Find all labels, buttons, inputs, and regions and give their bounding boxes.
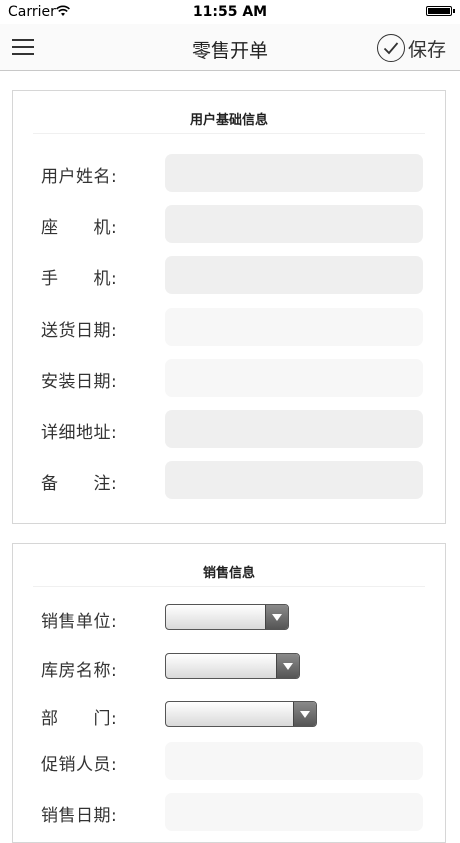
field-label: 送货日期: bbox=[41, 321, 118, 341]
field-label: 促销人员: bbox=[41, 755, 118, 775]
form-row-department: 部 门: bbox=[13, 696, 445, 734]
checkmark-circle-icon bbox=[376, 34, 405, 62]
field-label: 安装日期: bbox=[41, 372, 118, 392]
department-select[interactable] bbox=[165, 701, 317, 727]
form-row-warehouse: 库房名称: bbox=[13, 648, 445, 686]
form-row-mobile: 手 机: bbox=[13, 256, 445, 294]
form-row-address: 详细地址: bbox=[13, 410, 445, 448]
landline-input[interactable] bbox=[165, 205, 423, 243]
form-row-name: 用户姓名: bbox=[13, 154, 445, 192]
form-row-sales-unit: 销售单位: bbox=[13, 599, 445, 637]
battery-icon bbox=[426, 6, 455, 16]
save-button[interactable]: 保存 bbox=[376, 32, 446, 64]
sales-unit-select[interactable] bbox=[165, 604, 289, 630]
divider bbox=[33, 133, 425, 134]
sales-date-input[interactable] bbox=[165, 793, 423, 831]
field-label: 手 机: bbox=[41, 269, 118, 289]
field-label: 详细地址: bbox=[41, 423, 118, 443]
dropdown-arrow-icon bbox=[265, 605, 288, 629]
form-row-promoter: 促销人员: bbox=[13, 742, 445, 780]
customer-name-input[interactable] bbox=[165, 154, 423, 192]
basic-info-card: 用户基础信息 用户姓名: 座 机: 手 机: 送货日期: 安装日期: 详细地址:… bbox=[12, 90, 446, 524]
section-title: 用户基础信息 bbox=[189, 113, 268, 128]
status-bar: Carrier 11:55 AM bbox=[0, 0, 460, 24]
field-label: 用户姓名: bbox=[41, 167, 118, 187]
field-label: 部 门: bbox=[41, 709, 118, 729]
field-label: 备 注: bbox=[41, 474, 118, 494]
remarks-input[interactable] bbox=[165, 461, 423, 499]
promoter-input[interactable] bbox=[165, 742, 423, 780]
navigation-bar: 零售开单 保存 bbox=[0, 24, 460, 71]
field-label: 座 机: bbox=[41, 218, 118, 238]
warehouse-select[interactable] bbox=[165, 653, 300, 679]
form-row-sales-date: 销售日期: bbox=[13, 793, 445, 831]
form-row-delivery-date: 送货日期: bbox=[13, 308, 445, 346]
field-label: 库房名称: bbox=[41, 661, 118, 681]
section-title: 销售信息 bbox=[202, 566, 255, 581]
delivery-date-input[interactable] bbox=[165, 308, 423, 346]
save-label: 保存 bbox=[407, 38, 446, 61]
divider bbox=[33, 586, 425, 587]
clock: 11:55 AM bbox=[192, 4, 268, 20]
dropdown-arrow-icon bbox=[293, 702, 316, 726]
form-row-install-date: 安装日期: bbox=[13, 359, 445, 397]
install-date-input[interactable] bbox=[165, 359, 423, 397]
form-row-remarks: 备 注: bbox=[13, 461, 445, 499]
form-row-landline: 座 机: bbox=[13, 205, 445, 243]
mobile-input[interactable] bbox=[165, 256, 423, 294]
dropdown-arrow-icon bbox=[276, 654, 299, 678]
field-label: 销售单位: bbox=[41, 612, 118, 632]
sales-info-card: 销售信息 销售单位: 库房名称: 部 门: 促销人员: 销售日期: bbox=[12, 543, 446, 843]
address-input[interactable] bbox=[165, 410, 423, 448]
field-label: 销售日期: bbox=[41, 806, 118, 826]
